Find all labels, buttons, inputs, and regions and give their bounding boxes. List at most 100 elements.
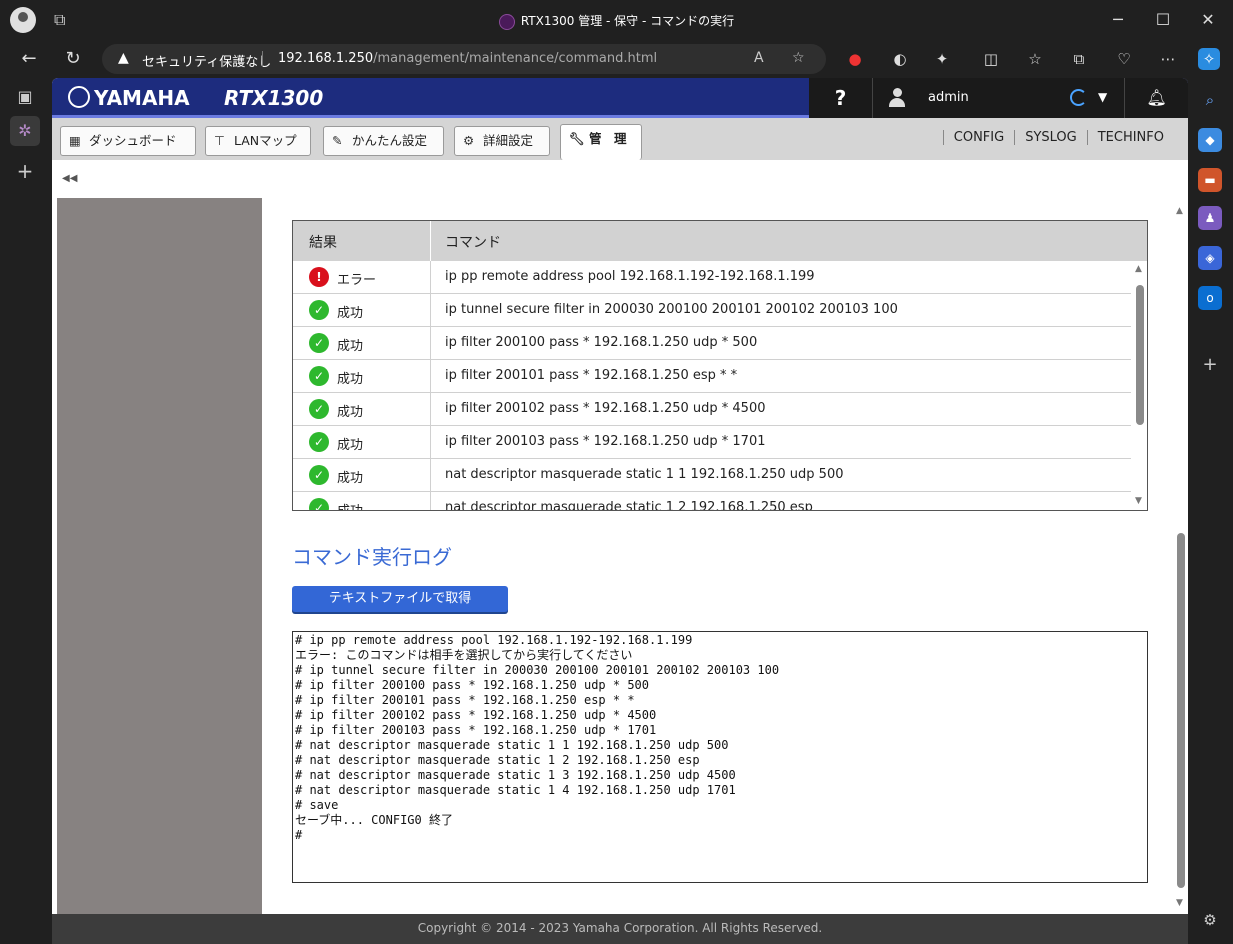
window-title-text: RTX1300 管理 - 保守 - コマンドの実行	[520, 14, 735, 28]
download-text-button[interactable]: テキストファイルで取得	[292, 586, 508, 612]
notification-bell-icon[interactable]: 🔔︎	[1124, 78, 1188, 118]
window-title: RTX1300 管理 - 保守 - コマンドの実行	[0, 12, 1233, 30]
extension-icon[interactable]: ◐	[889, 48, 911, 70]
maximize-button[interactable]: ☐	[1151, 8, 1175, 32]
url-path: /management/maintenance/command.html	[373, 51, 658, 66]
command-text: ip filter 200100 pass * 192.168.1.250 ud…	[445, 335, 758, 350]
gear-icon: ⚙	[463, 133, 475, 148]
help-button[interactable]: ?	[809, 78, 873, 118]
result-label: 成功	[337, 438, 364, 453]
wand-icon: ✎	[332, 133, 343, 148]
back-arrow-icon[interactable]: ←	[15, 45, 43, 73]
config-link[interactable]: CONFIG	[942, 130, 1014, 145]
url-host: 192.168.1.250	[278, 51, 374, 66]
add-sidebar-icon[interactable]: +	[1198, 353, 1222, 377]
extensions-puzzle-icon[interactable]: ✦	[931, 48, 953, 70]
table-scrollbar[interactable]: ▲ ▼	[1133, 261, 1147, 510]
shopping-icon[interactable]: ◆	[1198, 128, 1222, 152]
column-divider	[430, 327, 431, 360]
search-icon[interactable]: ⌕	[1198, 88, 1222, 112]
read-aloud-icon[interactable]: A	[754, 50, 764, 66]
extension-record-icon[interactable]: ●	[844, 48, 866, 70]
result-label: 成功	[337, 405, 364, 420]
outlook-icon[interactable]: o	[1198, 286, 1222, 310]
techinfo-link[interactable]: TECHINFO	[1086, 130, 1174, 145]
lanmap-label: LANマップ	[234, 133, 297, 148]
column-divider	[430, 426, 431, 459]
username[interactable]: admin	[928, 90, 969, 105]
tools-icon[interactable]: ▬	[1198, 168, 1222, 192]
edge-sidebar: ⌕ ◆ ▬ ♟ ◈ o + ⚙	[1188, 78, 1233, 944]
table-row: ✓ 成功 ip tunnel secure filter in 200030 200…	[293, 294, 1131, 327]
games-icon[interactable]: ♟	[1198, 206, 1222, 230]
tab-actions-icon[interactable]: ▣	[10, 82, 40, 112]
lanmap-button[interactable]: ⊤ LANマップ	[205, 126, 311, 156]
favorites-icon[interactable]: ☆	[1024, 48, 1046, 70]
table-header: 結果 コマンド	[293, 221, 1147, 261]
detail-settings-label: 詳細設定	[483, 133, 534, 148]
footer: Copyright © 2014 - 2023 Yamaha Corporati…	[52, 914, 1188, 944]
detail-settings-button[interactable]: ⚙ 詳細設定	[454, 126, 550, 156]
dashboard-label: ダッシュボード	[89, 133, 177, 148]
dashboard-button[interactable]: ▦ ダッシュボード	[60, 126, 196, 156]
url-text[interactable]: 192.168.1.250/management/maintenance/com…	[278, 51, 657, 66]
column-divider	[430, 261, 431, 294]
command-column-header: コマンド	[445, 235, 501, 251]
collections-icon[interactable]: ⧉	[1068, 48, 1090, 70]
site-favicon-icon	[498, 13, 515, 30]
split-screen-icon[interactable]: ◫	[980, 48, 1002, 70]
page-scrollbar[interactable]: ▲ ▼	[1173, 198, 1188, 914]
browser-window: ⧉ RTX1300 管理 - 保守 - コマンドの実行 ─ ☐ ✕ ← ↻ ▲ …	[0, 0, 1233, 944]
divider	[262, 51, 263, 67]
page-scroll-thumb[interactable]	[1177, 533, 1185, 888]
security-label[interactable]: セキュリティ保護なし	[142, 51, 271, 70]
log-textarea[interactable]: # ip pp remote address pool 192.168.1.19…	[292, 631, 1148, 883]
table-scroll-thumb[interactable]	[1136, 285, 1144, 425]
easy-setup-label: かんたん設定	[352, 133, 428, 148]
command-text: ip filter 200101 pass * 192.168.1.250 es…	[445, 368, 738, 383]
success-check-icon: ✓	[309, 300, 329, 320]
result-column-header: 結果	[309, 235, 337, 251]
active-tab-favicon-icon[interactable]: ✲	[10, 116, 40, 146]
copilot-icon[interactable]: ✧	[1198, 48, 1220, 70]
top-links: CONFIG SYSLOG TECHINFO	[942, 130, 1174, 145]
success-check-icon: ✓	[309, 333, 329, 353]
browser-essentials-icon[interactable]: ♡	[1113, 48, 1135, 70]
table-row: ✓ 成功 ip filter 200102 pass * 192.168.1.250…	[293, 393, 1131, 426]
address-bar[interactable]: ▲ セキュリティ保護なし 192.168.1.250/management/ma…	[102, 44, 826, 74]
minimize-button[interactable]: ─	[1106, 8, 1130, 32]
new-tab-icon[interactable]: +	[10, 156, 40, 186]
brand-text: YAMAHA	[94, 86, 190, 110]
user-icon[interactable]	[889, 88, 905, 108]
model-name: RTX1300	[224, 86, 324, 110]
more-menu-icon[interactable]: ⋯	[1157, 48, 1179, 70]
title-bar: ⧉ RTX1300 管理 - 保守 - コマンドの実行 ─ ☐ ✕	[0, 0, 1233, 40]
table-row: ✓ 成功 nat descriptor masquerade static 1 2 …	[293, 492, 1131, 510]
app-header: YAMAHA RTX1300 ? admin ▼ 🔔︎	[52, 78, 1188, 118]
sidebar-settings-icon[interactable]: ⚙	[1198, 908, 1222, 932]
syslog-link[interactable]: SYSLOG	[1014, 130, 1087, 145]
command-text: nat descriptor masquerade static 1 1 192…	[445, 467, 844, 482]
page-scroll-down-icon[interactable]: ▼	[1176, 898, 1183, 908]
microsoft365-icon[interactable]: ◈	[1198, 246, 1222, 270]
success-check-icon: ✓	[309, 399, 329, 419]
result-table: 結果 コマンド ! エラー ip pp remote address pool 19…	[292, 220, 1148, 511]
chevron-down-icon[interactable]: ▼	[1098, 90, 1107, 104]
yamaha-logo: YAMAHA	[68, 86, 190, 110]
column-divider	[430, 294, 431, 327]
scroll-up-icon[interactable]: ▲	[1135, 264, 1142, 274]
close-window-button[interactable]: ✕	[1196, 8, 1220, 32]
refresh-icon[interactable]: ↻	[59, 45, 87, 73]
result-label: 成功	[337, 471, 364, 486]
tab-management[interactable]: 🔧︎ 管 理	[560, 124, 642, 160]
table-row: ! エラー ip pp remote address pool 192.168.1.…	[293, 261, 1131, 294]
easy-setup-button[interactable]: ✎ かんたん設定	[323, 126, 444, 156]
warning-icon[interactable]: ▲	[118, 50, 129, 66]
collapse-sidebar-icon[interactable]: ◀◀	[62, 173, 77, 184]
scroll-down-icon[interactable]: ▼	[1135, 496, 1142, 506]
column-divider	[430, 459, 431, 492]
lanmap-icon: ⊤	[214, 133, 225, 148]
loading-spinner-icon	[1070, 89, 1087, 106]
favorite-star-icon[interactable]: ☆	[792, 50, 805, 66]
page-scroll-up-icon[interactable]: ▲	[1176, 206, 1183, 216]
